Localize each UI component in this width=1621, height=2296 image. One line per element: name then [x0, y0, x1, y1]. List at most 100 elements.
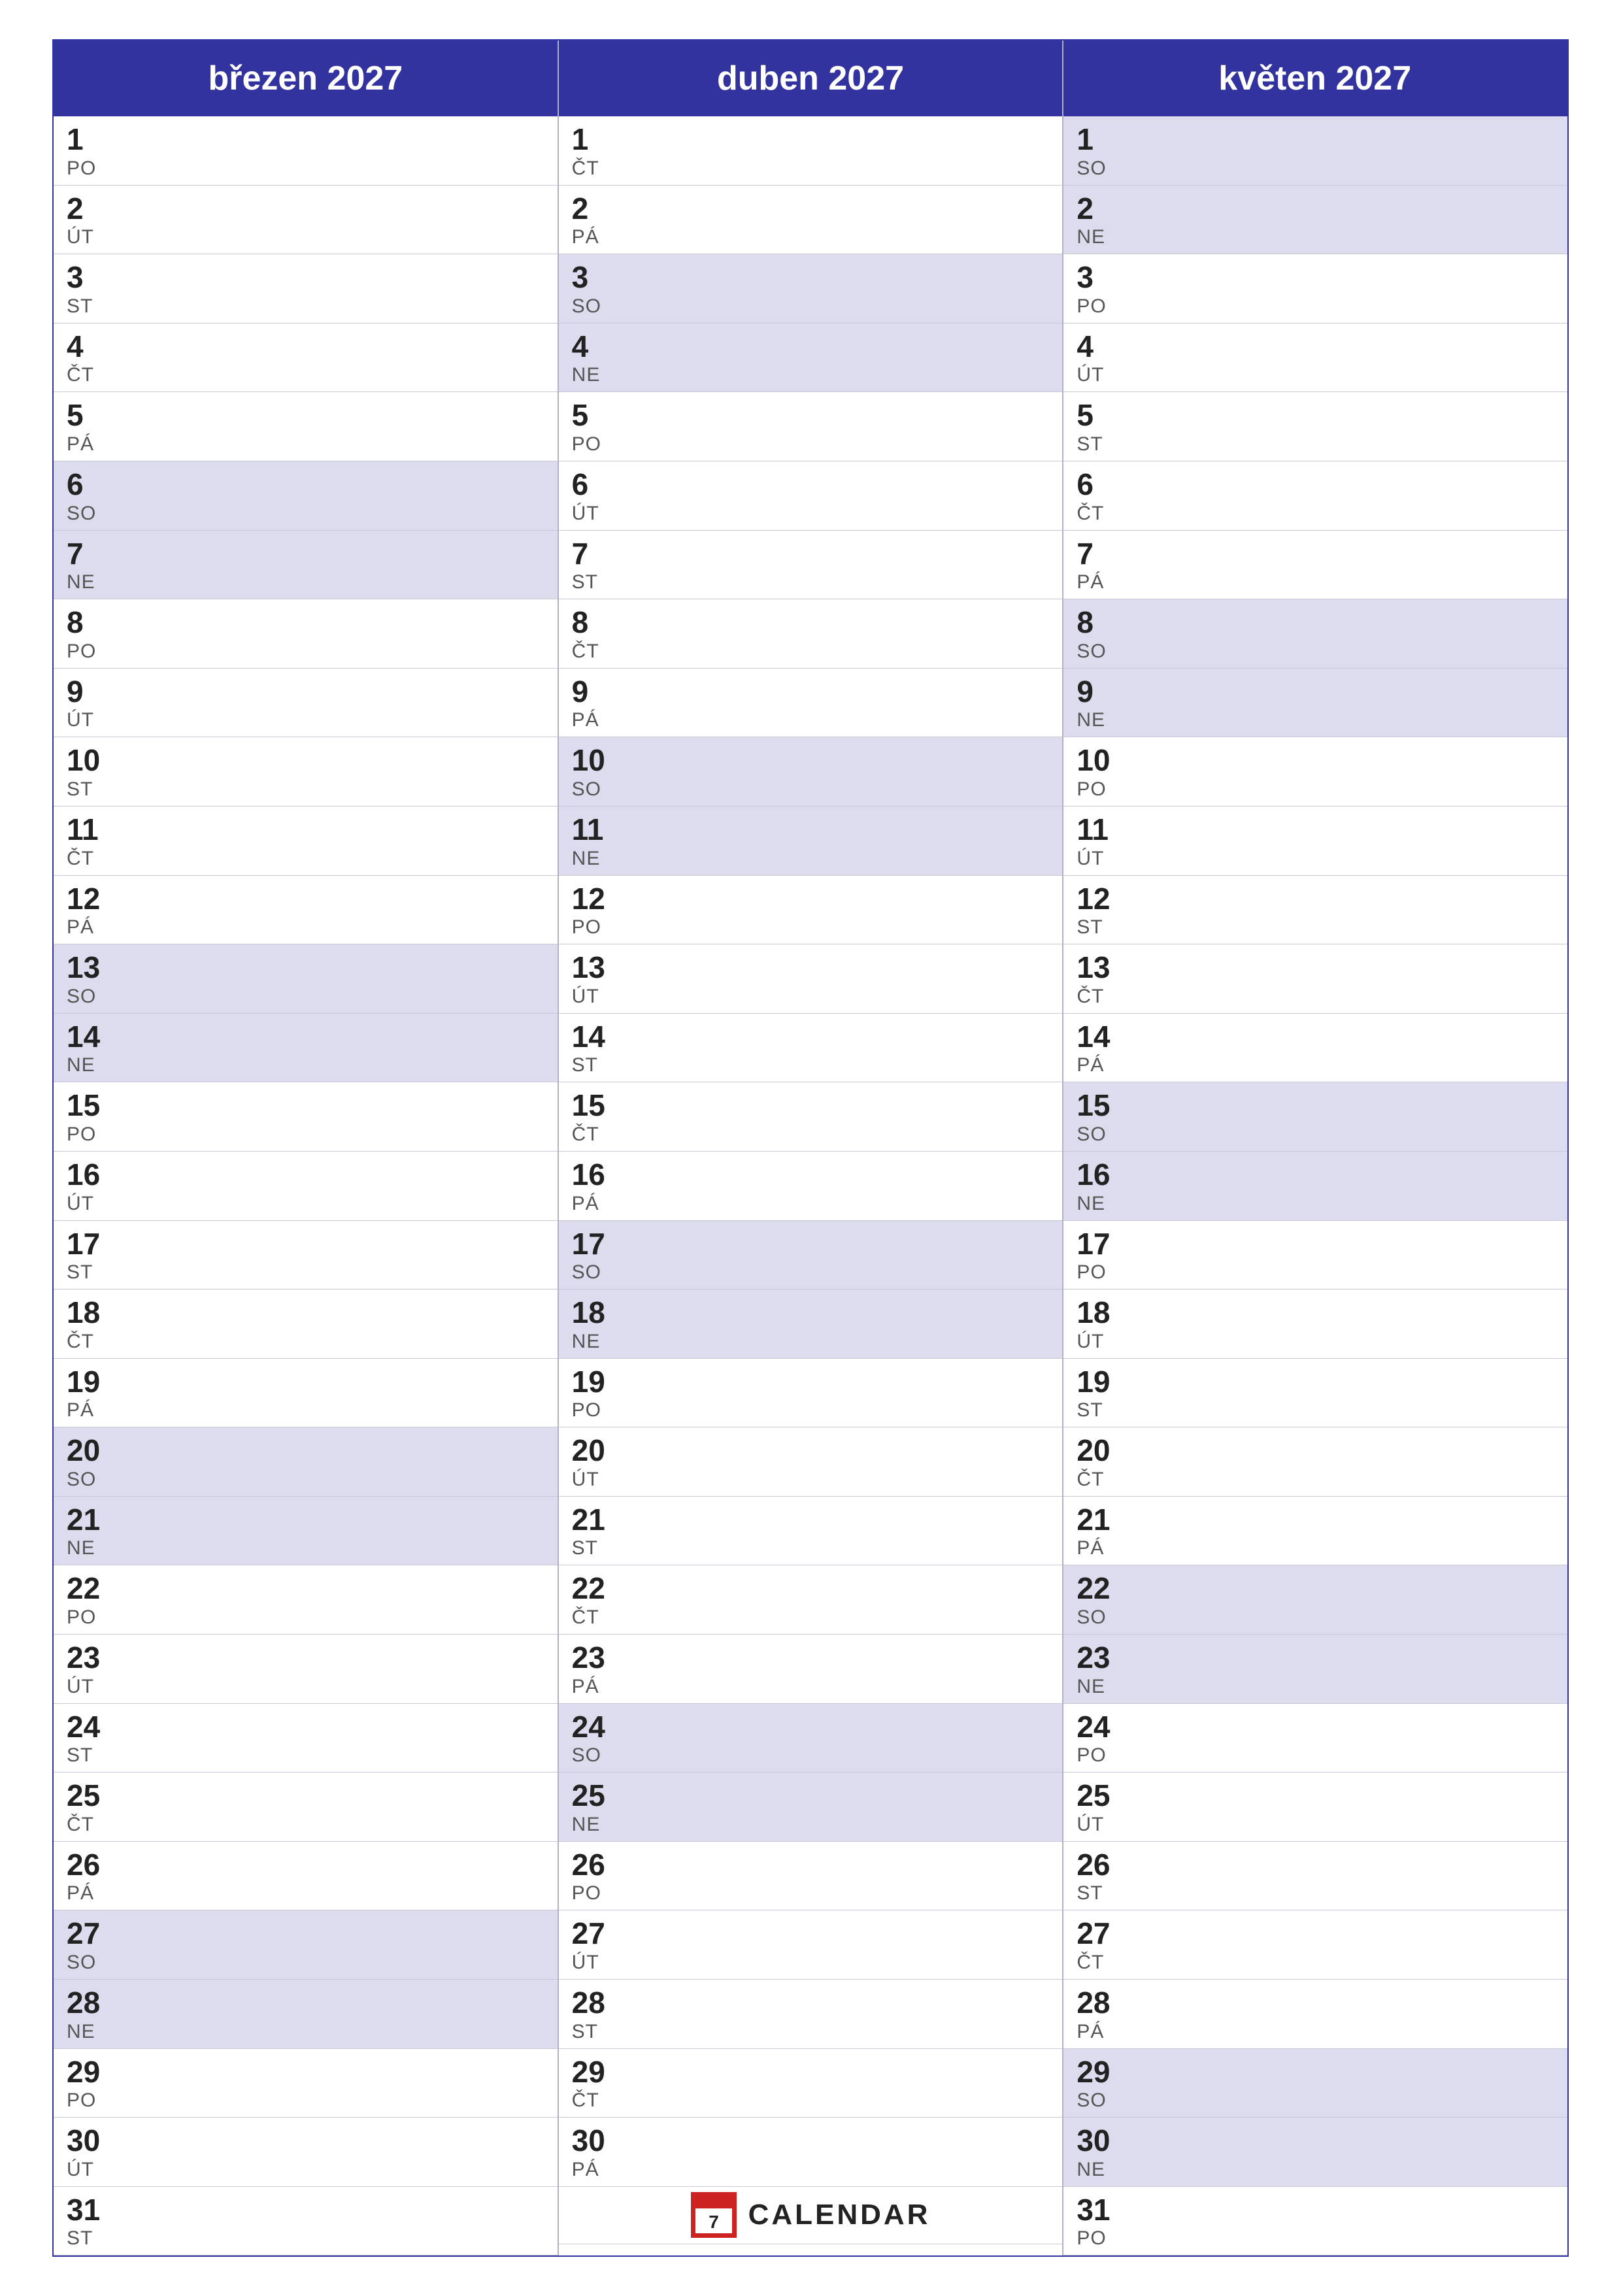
day-number: 27	[1077, 1917, 1554, 1950]
day-row: 22ČT	[559, 1565, 1063, 1635]
day-row: 25ÚT	[1063, 1772, 1567, 1842]
day-row: 2PÁ	[559, 186, 1063, 255]
day-row: 8SO	[1063, 599, 1567, 669]
day-row: 28PÁ	[1063, 1980, 1567, 2049]
day-row: 22SO	[1063, 1565, 1567, 1635]
day-name: ČT	[67, 848, 544, 870]
day-name: SO	[572, 778, 1050, 801]
day-name: ST	[572, 571, 1050, 593]
day-name: ČT	[572, 1123, 1050, 1146]
day-row: 30ÚT	[54, 2118, 558, 2187]
day-number: 19	[1077, 1365, 1554, 1399]
day-number: 27	[572, 1917, 1050, 1950]
day-number: 2	[1077, 192, 1554, 225]
day-name: PO	[67, 158, 544, 180]
day-number: 31	[1077, 2193, 1554, 2227]
day-number: 24	[572, 1710, 1050, 1744]
day-row: 24SO	[559, 1704, 1063, 1773]
day-name: PÁ	[1077, 2021, 1554, 2043]
day-number: 23	[67, 1641, 544, 1674]
day-row: 10ST	[54, 737, 558, 807]
day-number: 3	[1077, 261, 1554, 294]
day-number: 24	[67, 1710, 544, 1744]
day-row: 6SO	[54, 461, 558, 531]
day-name: SO	[572, 295, 1050, 318]
day-number: 17	[67, 1227, 544, 1261]
day-name: ST	[67, 778, 544, 801]
day-row: 21PÁ	[1063, 1497, 1567, 1566]
day-name: NE	[1077, 1193, 1554, 1215]
day-number: 14	[572, 1020, 1050, 1054]
day-row: 21ST	[559, 1497, 1063, 1566]
day-name: PO	[67, 2089, 544, 2112]
day-number: 29	[572, 2055, 1050, 2089]
day-number: 10	[67, 744, 544, 777]
day-name: PO	[67, 641, 544, 663]
day-name: PO	[572, 916, 1050, 939]
day-name: ČT	[1077, 1469, 1554, 1491]
day-name: PÁ	[67, 916, 544, 939]
day-name: PÁ	[1077, 571, 1554, 593]
day-name: PÁ	[67, 1399, 544, 1422]
day-number: 17	[572, 1227, 1050, 1261]
day-name: ST	[1077, 1399, 1554, 1422]
day-row: 16PÁ	[559, 1152, 1063, 1221]
day-row: 20ÚT	[559, 1427, 1063, 1497]
day-number: 7	[67, 537, 544, 571]
day-number: 7	[572, 537, 1050, 571]
day-name: ČT	[572, 2089, 1050, 2112]
day-name: PÁ	[572, 1676, 1050, 1698]
day-name: ST	[572, 1537, 1050, 1559]
day-number: 13	[67, 951, 544, 984]
day-row: 7PÁ	[1063, 531, 1567, 600]
day-name: ÚT	[67, 1193, 544, 1215]
day-number: 2	[67, 192, 544, 225]
day-number: 11	[67, 813, 544, 846]
day-number: 2	[572, 192, 1050, 225]
day-row: 18ÚT	[1063, 1289, 1567, 1359]
day-row: 23PÁ	[559, 1635, 1063, 1704]
day-number: 10	[1077, 744, 1554, 777]
day-row: 28NE	[54, 1980, 558, 2049]
day-name: ÚT	[1077, 1331, 1554, 1353]
day-row: 5ST	[1063, 392, 1567, 461]
day-name: ST	[1077, 1882, 1554, 1905]
day-number: 10	[572, 744, 1050, 777]
day-number: 13	[572, 951, 1050, 984]
day-number: 11	[1077, 813, 1554, 846]
day-number: 21	[67, 1503, 544, 1537]
day-number: 14	[67, 1020, 544, 1054]
day-name: ÚT	[67, 226, 544, 248]
day-number: 5	[67, 399, 544, 432]
day-number: 20	[67, 1434, 544, 1467]
day-name: SO	[1077, 2089, 1554, 2112]
day-name: ČT	[1077, 986, 1554, 1008]
day-name: NE	[572, 1331, 1050, 1353]
day-name: PO	[1077, 2227, 1554, 2250]
day-row: 14PÁ	[1063, 1014, 1567, 1083]
day-name: PO	[572, 433, 1050, 456]
calendar-grid: březen 20271PO2ÚT3ST4ČT5PÁ6SO7NE8PO9ÚT10…	[52, 39, 1569, 2257]
day-number: 9	[572, 675, 1050, 708]
day-number: 15	[1077, 1089, 1554, 1122]
day-number: 12	[572, 882, 1050, 916]
day-number: 24	[1077, 1710, 1554, 1744]
day-number: 16	[572, 1158, 1050, 1191]
day-row: 9NE	[1063, 669, 1567, 738]
day-name: ST	[572, 1054, 1050, 1076]
day-name: PÁ	[67, 1882, 544, 1905]
day-name: ČT	[1077, 503, 1554, 525]
day-name: NE	[572, 364, 1050, 386]
day-name: ÚT	[1077, 364, 1554, 386]
day-row: 11ČT	[54, 807, 558, 876]
day-number: 12	[1077, 882, 1554, 916]
day-row: 11NE	[559, 807, 1063, 876]
day-number: 23	[1077, 1641, 1554, 1674]
day-number: 18	[572, 1296, 1050, 1329]
day-name: SO	[67, 503, 544, 525]
day-row: 15PO	[54, 1082, 558, 1152]
day-row: 2NE	[1063, 186, 1567, 255]
day-row: 10PO	[1063, 737, 1567, 807]
day-row: 26PO	[559, 1842, 1063, 1911]
day-row: 7NE	[54, 531, 558, 600]
